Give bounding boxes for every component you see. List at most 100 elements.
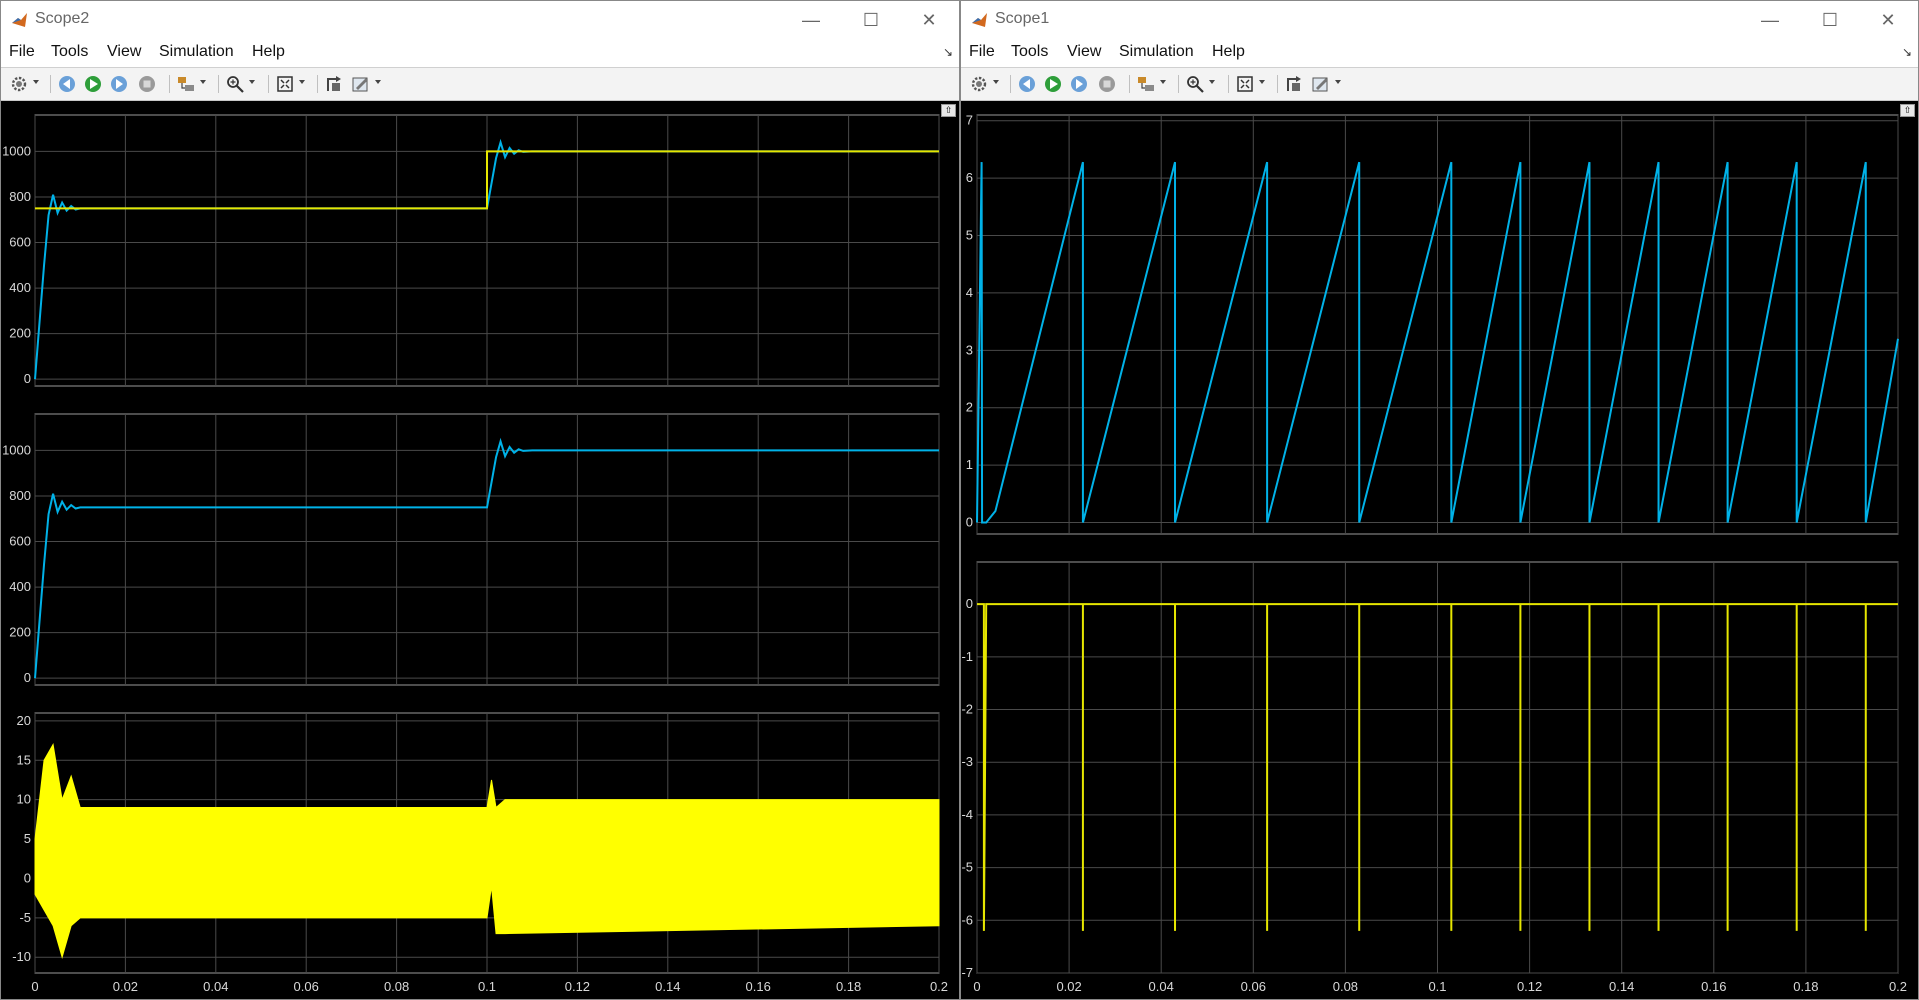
run-icon[interactable]: [83, 74, 103, 94]
stop-icon[interactable]: [137, 74, 157, 94]
dock-icon[interactable]: ↘: [943, 45, 953, 59]
close-button[interactable]: ✕: [1868, 7, 1908, 33]
scope1-plots: 0 1 2 3 4 5 6 7 0 0.02 0.04 0.06 0.08 0.1 0.12 0.14 0.16…: [961, 113, 1907, 994]
undock-plot-button[interactable]: ⇧: [1900, 104, 1915, 117]
menu-help[interactable]: Help: [1212, 43, 1245, 61]
y-tick-label: 1: [966, 457, 973, 472]
y-tick-label: -7: [961, 965, 973, 980]
scope1-titlebar[interactable]: Scope1 — ☐ ✕: [961, 1, 1918, 39]
autoscale-icon[interactable]: [275, 74, 295, 94]
menu-simulation[interactable]: Simulation: [159, 43, 234, 61]
y-tick-label: 3: [966, 342, 973, 357]
menu-tools[interactable]: Tools: [51, 43, 88, 61]
menu-simulation[interactable]: Simulation: [1119, 43, 1194, 61]
scope2-axes3: 0 0.02 0.04 0.06 0.08 0.1 0.12 0.14 0.16 0.18 0.2 -…: [12, 712, 948, 994]
settings-icon[interactable]: [969, 74, 989, 94]
dropdown-caret-icon[interactable]: [993, 80, 999, 84]
x-tick-label: 0: [973, 979, 980, 994]
stop-icon[interactable]: [1097, 74, 1117, 94]
step-back-icon[interactable]: [57, 74, 77, 94]
menu-tools[interactable]: Tools: [1011, 43, 1048, 61]
highlight-icon[interactable]: [176, 74, 196, 94]
run-icon[interactable]: [1043, 74, 1063, 94]
maximize-button[interactable]: ☐: [851, 7, 891, 33]
y-tick-label: 1000: [2, 442, 31, 457]
y-tick-label: -2: [961, 702, 973, 717]
y-tick-label: 15: [17, 752, 31, 767]
highlight-icon[interactable]: [1136, 74, 1156, 94]
x-tick-label: 0.2: [1889, 979, 1907, 994]
y-tick-label: 400: [9, 579, 31, 594]
y-tick-label: 800: [9, 488, 31, 503]
zoom-icon[interactable]: [1185, 74, 1205, 94]
y-tick-label: -3: [961, 754, 973, 769]
x-tick-label: 0.16: [746, 979, 771, 994]
minimize-button[interactable]: —: [791, 7, 831, 33]
scope1-axes1: 0 1 2 3 4 5 6 7: [966, 113, 1899, 535]
menu-file[interactable]: File: [9, 43, 35, 61]
menu-file[interactable]: File: [969, 43, 995, 61]
dropdown-caret-icon[interactable]: [1259, 80, 1265, 84]
maximize-button[interactable]: ☐: [1810, 7, 1850, 33]
x-tick-label: 0.02: [1056, 979, 1081, 994]
x-tick-label: 0.06: [1241, 979, 1266, 994]
x-tick-label: 0.08: [1333, 979, 1358, 994]
dropdown-caret-icon[interactable]: [1209, 80, 1215, 84]
toolbar-separator: [1228, 75, 1229, 93]
close-button[interactable]: ✕: [909, 7, 949, 33]
y-tick-label: 0: [24, 371, 31, 386]
y-tick-label: 400: [9, 280, 31, 295]
autoscale-icon[interactable]: [1235, 74, 1255, 94]
y-tick-label: 2: [966, 400, 973, 415]
restore-icon[interactable]: [1284, 74, 1304, 94]
dropdown-caret-icon[interactable]: [200, 80, 206, 84]
y-tick-label: 800: [9, 189, 31, 204]
y-tick-label: -5: [961, 860, 973, 875]
x-tick-label: 0.18: [1793, 979, 1818, 994]
style-icon[interactable]: [351, 74, 371, 94]
scope2-plots: 02004006008001000020040060080010000 0.02 0…: [2, 114, 948, 994]
step-forward-icon[interactable]: [1069, 74, 1089, 94]
scope1-axes2: 0 0.02 0.04 0.06 0.08 0.1 0.12 0.14 0.16 0.18 0.2 -…: [961, 561, 1907, 994]
menu-view[interactable]: View: [107, 43, 141, 61]
dropdown-caret-icon[interactable]: [1160, 80, 1166, 84]
scope2-axes1: 0 200 400 600 800 1000: [2, 114, 940, 387]
dropdown-caret-icon[interactable]: [375, 80, 381, 84]
minimize-button[interactable]: —: [1750, 7, 1790, 33]
step-back-icon[interactable]: [1017, 74, 1037, 94]
x-tick-label: 0.08: [384, 979, 409, 994]
zoom-icon[interactable]: [225, 74, 245, 94]
dock-icon[interactable]: ↘: [1902, 45, 1912, 59]
toolbar-separator: [50, 75, 51, 93]
y-tick-label: -1: [961, 649, 973, 664]
y-tick-label: 5: [966, 228, 973, 243]
dropdown-caret-icon[interactable]: [1335, 80, 1341, 84]
y-tick-label: 7: [966, 113, 973, 128]
y-tick-label: -10: [12, 949, 31, 964]
dropdown-caret-icon[interactable]: [249, 80, 255, 84]
dropdown-caret-icon[interactable]: [299, 80, 305, 84]
restore-icon[interactable]: [324, 74, 344, 94]
dropdown-caret-icon[interactable]: [33, 80, 39, 84]
x-tick-label: 0.02: [113, 979, 138, 994]
y-tick-label: -6: [961, 912, 973, 927]
toolbar-separator: [1178, 75, 1179, 93]
toolbar-separator: [169, 75, 170, 93]
undock-plot-button[interactable]: ⇧: [941, 104, 956, 117]
y-tick-label: 200: [9, 625, 31, 640]
y-tick-label: 0: [966, 515, 973, 530]
settings-icon[interactable]: [9, 74, 29, 94]
style-icon[interactable]: [1311, 74, 1331, 94]
menu-help[interactable]: Help: [252, 43, 285, 61]
y-tick-label: 600: [9, 534, 31, 549]
toolbar-separator: [1010, 75, 1011, 93]
scope1-window-title: Scope1: [995, 10, 1050, 27]
x-tick-label: 0: [31, 979, 38, 994]
matlab-logo-icon: [971, 11, 989, 29]
scope1-window: Scope1 — ☐ ✕ File Tools View Simulation …: [960, 0, 1919, 1000]
menu-view[interactable]: View: [1067, 43, 1101, 61]
toolbar-separator: [317, 75, 318, 93]
step-forward-icon[interactable]: [109, 74, 129, 94]
scope2-titlebar[interactable]: Scope2 — ☐ ✕: [1, 1, 959, 39]
scope1-plot-area: 0 1 2 3 4 5 6 7 0 0.02 0.04 0.06 0.08 0.1 0.12 0.14 0.16…: [961, 101, 1918, 999]
